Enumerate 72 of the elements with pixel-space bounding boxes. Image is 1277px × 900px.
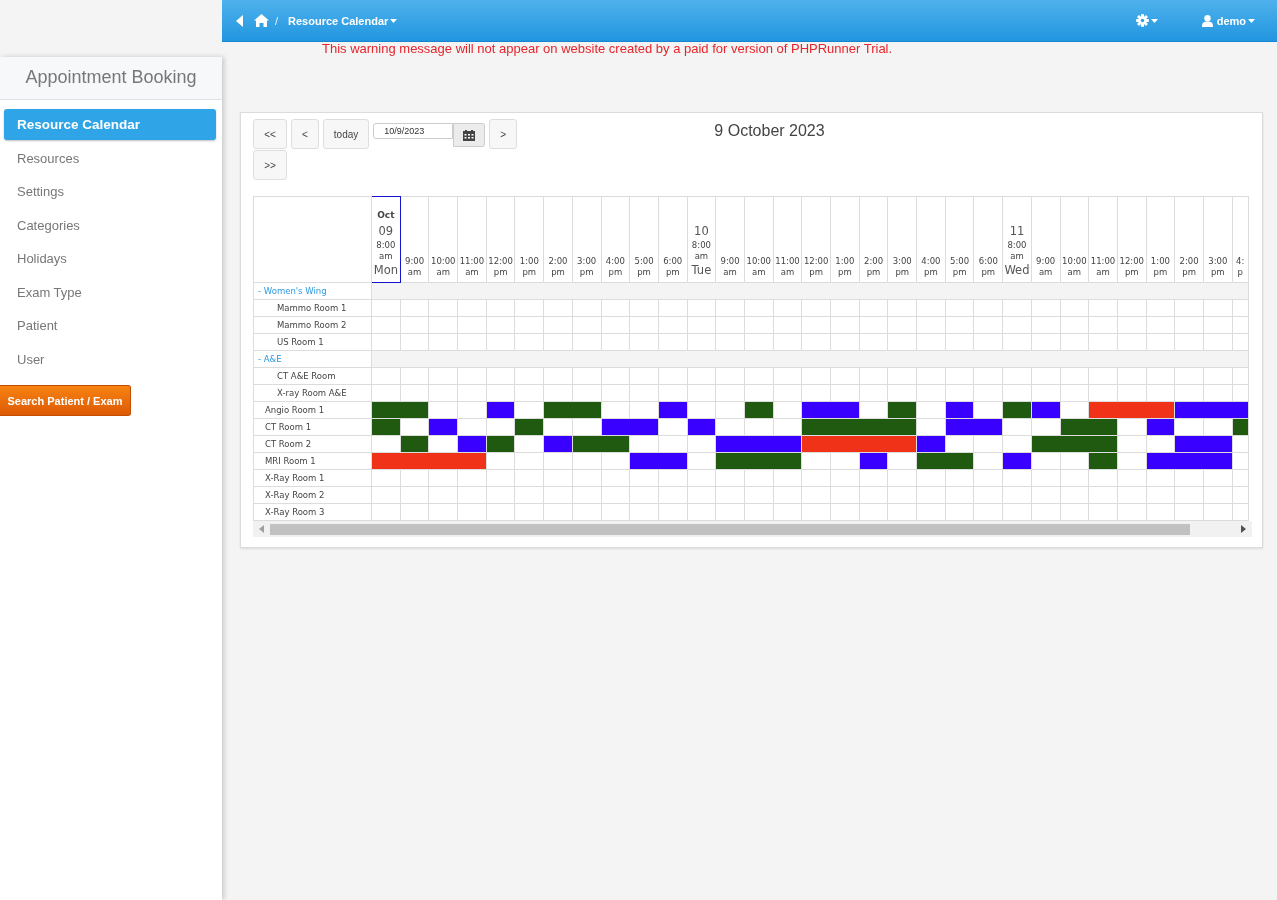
trial-warning-message: This warning message will not appear on website created by a paid for version of PHPRunner Trial. — [321, 42, 894, 58]
sidebar-item[interactable]: Categories — [4, 209, 216, 241]
time-label: 11:00 am — [1089, 255, 1117, 278]
breadcrumb-link[interactable]: Resource Calendar — [288, 14, 389, 27]
navigation-button[interactable]: > — [489, 119, 518, 149]
time-label: 11:00 am — [458, 255, 486, 278]
weekday-label: Tue — [690, 263, 713, 278]
time-label: 3:00 pm — [891, 255, 913, 278]
breadcrumb-separator: / — [275, 14, 279, 27]
sidebar-item[interactable]: Resources — [4, 142, 216, 174]
time-label: 2:00 pm — [547, 255, 569, 278]
time-label: 10:00 am — [1061, 255, 1088, 278]
navigation-button[interactable]: today — [322, 119, 370, 149]
sidebar-item[interactable]: Holidays — [4, 243, 216, 274]
time-label: 5:00 pm — [633, 255, 655, 278]
resource-name: US Room 1 — [277, 337, 324, 347]
time-label: 5:00 pm — [949, 255, 971, 278]
weekday-label: Wed — [1003, 263, 1031, 278]
time-label: 10:00 am — [745, 255, 773, 278]
time-label: 12:00 pm — [802, 255, 830, 278]
time-label: 12:00 pm — [487, 255, 514, 278]
time-label: 6:00 pm — [662, 255, 684, 278]
time-label: 4:00 pm — [604, 255, 626, 278]
time-label: 6:00 pm — [977, 255, 999, 278]
resource-name: Mammo Room 2 — [277, 320, 347, 330]
time-label: 10:00 am — [429, 255, 457, 278]
sidebar-item[interactable]: Patient — [4, 310, 216, 341]
group-toggle-link[interactable]: - A&E — [258, 354, 282, 364]
resource-name: X-Ray Room 1 — [265, 473, 325, 483]
sidebar-item[interactable]: User — [4, 343, 216, 375]
resource-name: X-Ray Room 3 — [265, 507, 325, 517]
resource-name: CT Room 1 — [265, 422, 312, 432]
sidebar-title: Appointment Booking — [0, 57, 222, 100]
day-number: 11 — [1008, 224, 1026, 239]
time-label: 4:00 pm — [920, 255, 942, 278]
resource-name: Mammo Room 1 — [277, 303, 347, 313]
search-patient-button[interactable]: Search Patient / Exam — [0, 385, 131, 416]
navigation-button[interactable]: >> — [253, 150, 287, 180]
time-label: 8:00 am — [1006, 239, 1028, 263]
sidebar-item[interactable]: Exam Type — [4, 276, 216, 308]
resource-name: X-Ray Room 2 — [265, 490, 325, 500]
resource-name: Angio Room 1 — [265, 405, 325, 415]
date-field[interactable]: 10/9/2023 — [373, 123, 454, 139]
month-label: Oct — [376, 210, 396, 223]
time-label: 3:00 pm — [1207, 255, 1229, 278]
resource-name: MRI Room 1 — [265, 456, 316, 466]
time-label: 9:00 am — [404, 255, 426, 278]
resource-name: CT A&E Room — [277, 371, 336, 381]
sidebar-item[interactable]: Resource Calendar — [4, 109, 216, 140]
time-label: 4: p — [1235, 255, 1246, 278]
time-label: 1:00 pm — [834, 255, 856, 278]
resource-name: X-ray Room A&E — [277, 388, 347, 398]
time-label: 9:00 am — [719, 255, 741, 278]
time-label: 2:00 pm — [863, 255, 885, 278]
time-label: 9:00 am — [1035, 255, 1057, 278]
time-label: 1:00 pm — [518, 255, 540, 278]
user-menu-link[interactable]: demo — [1216, 14, 1246, 27]
day-number: 10 — [693, 224, 710, 239]
time-label: 3:00 pm — [576, 255, 598, 278]
resource-name: CT Room 2 — [265, 439, 312, 449]
day-number: 09 — [377, 224, 395, 239]
time-label: 8:00 am — [690, 239, 712, 263]
time-label: 2:00 pm — [1178, 255, 1200, 278]
navigation-button[interactable]: << — [253, 119, 287, 149]
sidebar-item[interactable]: Settings — [4, 176, 216, 207]
time-label: 11:00 am — [774, 255, 801, 278]
time-label: 12:00 pm — [1118, 255, 1145, 278]
time-label: 1:00 pm — [1149, 255, 1171, 278]
navigation-button[interactable]: < — [291, 119, 319, 149]
calendar-title: 9 October 2023 — [713, 121, 826, 140]
weekday-label: Mon — [372, 263, 399, 278]
time-label: 8:00 am — [375, 239, 397, 263]
